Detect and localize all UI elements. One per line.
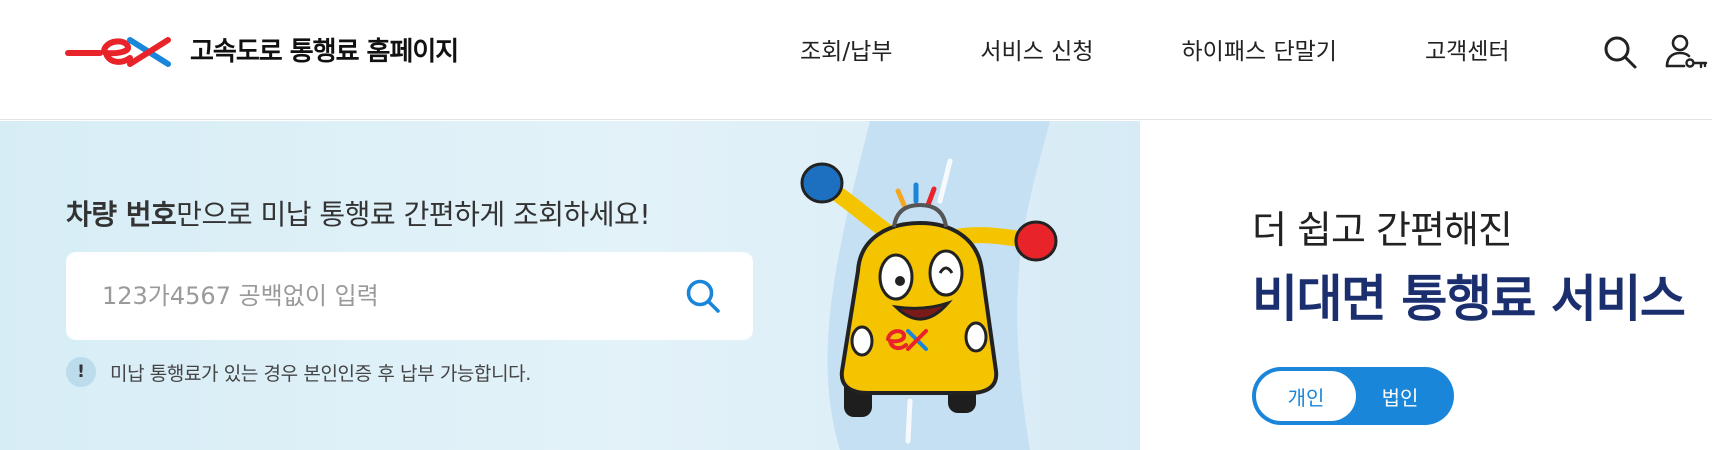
search-icon[interactable] [1598, 30, 1642, 74]
main-nav: 조회/납부 서비스 신청 하이패스 단말기 고객센터 [800, 30, 1510, 74]
headline-text: 만으로 미납 통행료 간편하게 조회하세요! [176, 198, 651, 231]
exclamation-icon: ! [66, 357, 96, 387]
user-login-icon[interactable] [1664, 30, 1708, 74]
nav-item-customer-center[interactable]: 고객센터 [1425, 30, 1510, 74]
search-icon [686, 279, 720, 313]
user-type-toggle: 개인 법인 [1252, 367, 1454, 425]
plate-search-box [66, 252, 753, 340]
promo-title: 비대면 통행료 서비스 [1252, 270, 1686, 328]
search-headline: 차량 번호만으로 미납 통행료 간편하게 조회하세요! [66, 193, 651, 233]
nav-item-inquiry-payment[interactable]: 조회/납부 [800, 30, 892, 74]
site-header: 고속도로 통행료 홈페이지 조회/납부 서비스 신청 하이패스 단말기 고객센터 [0, 0, 1712, 120]
nav-item-service-application[interactable]: 서비스 신청 [980, 30, 1093, 74]
mascot-car-illustration [800, 162, 1058, 417]
nav-item-hipass-terminal[interactable]: 하이패스 단말기 [1182, 30, 1337, 74]
contactless-service-promo: 더 쉽고 간편해진 비대면 통행료 서비스 개인 법인 [1140, 121, 1712, 450]
toggle-corporate[interactable]: 법인 [1350, 371, 1450, 421]
ex-logo[interactable] [64, 30, 176, 74]
headline-emphasis: 차량 번호 [66, 198, 177, 231]
site-title[interactable]: 고속도로 통행료 홈페이지 [190, 30, 459, 74]
notice-text: 미납 통행료가 있는 경우 본인인증 후 납부 가능합니다. [110, 362, 531, 385]
promo-subtitle: 더 쉽고 간편해진 [1252, 208, 1513, 252]
search-button[interactable] [681, 274, 725, 318]
unpaid-toll-search-section: 차량 번호만으로 미납 통행료 간편하게 조회하세요! ! 미납 통행료가 있는… [0, 121, 1140, 450]
plate-number-input[interactable] [102, 252, 662, 340]
payment-notice: ! 미납 통행료가 있는 경우 본인인증 후 납부 가능합니다. [66, 357, 531, 387]
toggle-individual[interactable]: 개인 [1256, 371, 1356, 421]
